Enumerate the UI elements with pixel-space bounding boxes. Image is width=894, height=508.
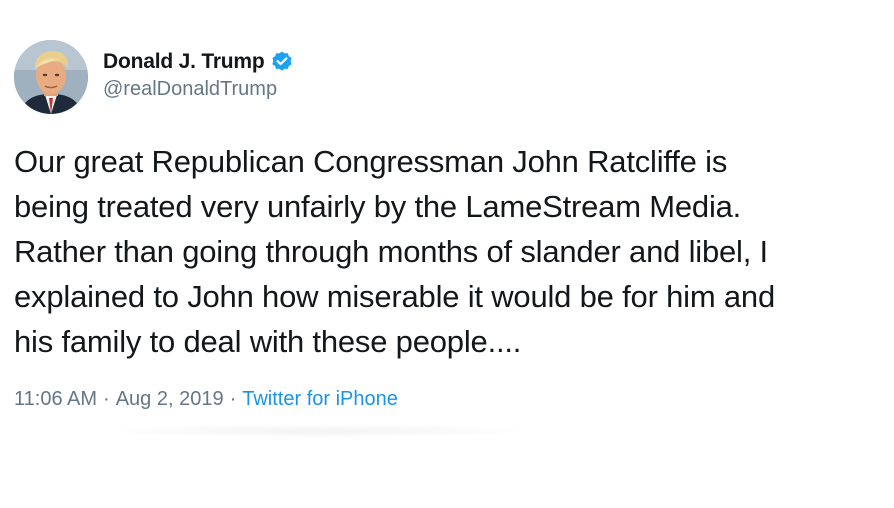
tweet-card: Donald J. Trump @realDonaldTrump Our gre… — [0, 0, 894, 508]
card-bottom-divider — [90, 424, 545, 438]
tweet-text: Our great Republican Congressman John Ra… — [14, 144, 776, 359]
tweet-date[interactable]: Aug 2, 2019 — [116, 385, 224, 413]
author-display-name[interactable]: Donald J. Trump — [103, 50, 265, 74]
tweet-time[interactable]: 11:06 AM — [14, 385, 97, 413]
name-row: Donald J. Trump — [103, 49, 294, 75]
tweet-metadata: 11:06 AM · Aug 2, 2019 · Twitter for iPh… — [14, 385, 398, 413]
meta-separator: · — [229, 388, 237, 410]
meta-separator: · — [103, 388, 110, 410]
avatar-image — [14, 40, 88, 114]
verified-badge-icon — [270, 50, 294, 74]
author-handle[interactable]: @realDonaldTrump — [103, 75, 294, 103]
tweet-source-link[interactable]: Twitter for iPhone — [242, 385, 398, 413]
author-names: Donald J. Trump @realDonaldTrump — [103, 49, 294, 103]
tweet-header: Donald J. Trump @realDonaldTrump — [14, 40, 294, 114]
avatar[interactable] — [14, 40, 88, 114]
